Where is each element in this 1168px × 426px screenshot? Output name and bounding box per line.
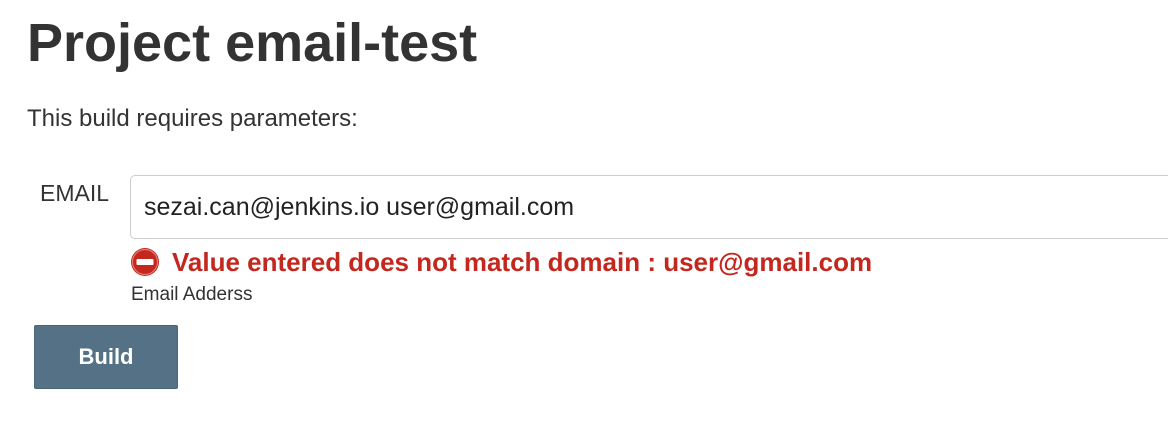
email-parameter-label: EMAIL [40, 180, 110, 206]
email-field[interactable]: sezai.can@jenkins.io user@gmail.com [130, 175, 1168, 239]
error-icon [130, 247, 160, 277]
build-button[interactable]: Build [34, 325, 178, 389]
error-message: Value entered does not match domain : us… [172, 247, 873, 277]
page-title: Project email-test [27, 13, 478, 73]
build-parameters-page: Project email-test This build requires p… [0, 0, 1168, 426]
email-parameter-description: Email Adderss [131, 284, 253, 305]
validation-error: Value entered does not match domain : us… [130, 246, 872, 278]
parameters-intro-text: This build requires parameters: [27, 105, 358, 132]
